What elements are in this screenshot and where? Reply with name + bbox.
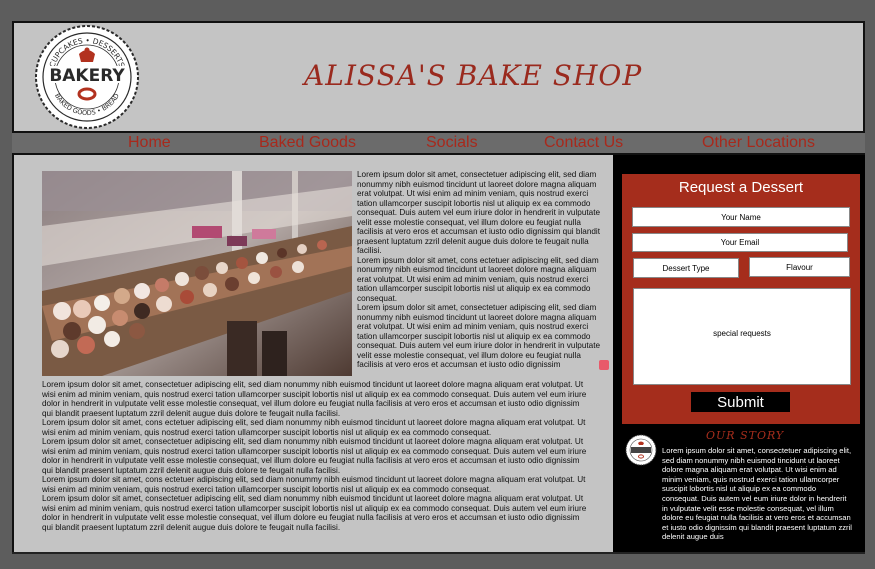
bakery-logo[interactable]: CUPCAKES • DESSERTS BAKED GOODS • BREAD … — [34, 24, 140, 130]
intro-paragraph: Lorem ipsum dolor sit amet, consectetuer… — [357, 303, 601, 369]
intro-text-block: Lorem ipsum dolor sit amet, consectetuer… — [357, 170, 603, 372]
our-story-text: Lorem ipsum dolor sit amet, consectetuer… — [662, 446, 852, 542]
story-bakery-logo — [625, 434, 657, 466]
resize-handle-icon[interactable] — [599, 360, 609, 370]
flavour-field[interactable] — [749, 257, 850, 277]
site-header: CUPCAKES • DESSERTS BAKED GOODS • BREAD … — [14, 23, 863, 131]
intro-paragraph: Lorem ipsum dolor sit amet, cons ectetue… — [357, 255, 599, 303]
nav-other-locations[interactable]: Other Locations — [702, 134, 815, 152]
nav-contact-us[interactable]: Contact Us — [544, 134, 623, 152]
body-paragraph: Lorem ipsum dolor sit amet, consectetuer… — [42, 494, 587, 532]
our-story-title: OUR STORY — [706, 429, 785, 442]
body-paragraph: Lorem ipsum dolor sit amet, consectetuer… — [42, 380, 587, 418]
request-dessert-form: Request a Dessert Submit — [622, 174, 860, 424]
dessert-type-field[interactable] — [633, 258, 739, 278]
pastry-display-photo — [42, 171, 352, 376]
intro-paragraph: Lorem ipsum dolor sit amet, consectetuer… — [357, 170, 601, 255]
form-title: Request a Dessert — [678, 179, 804, 196]
body-text-block: Lorem ipsum dolor sit amet, consectetuer… — [42, 380, 592, 540]
nav-baked-goods[interactable]: Baked Goods — [259, 134, 356, 152]
special-requests-field[interactable] — [633, 288, 851, 385]
site-title: ALISSA'S BAKE SHOP — [304, 59, 643, 92]
body-paragraph: Lorem ipsum dolor sit amet, cons ectetue… — [42, 418, 586, 437]
email-field[interactable] — [632, 233, 848, 252]
nav-home[interactable]: Home — [128, 134, 171, 152]
footer-divider — [12, 552, 865, 554]
logo-main-text: BAKERY — [49, 66, 125, 86]
main-nav: Home Baked Goods Socials Contact Us Othe… — [12, 131, 865, 155]
body-paragraph: Lorem ipsum dolor sit amet, cons ectetue… — [42, 475, 586, 494]
body-paragraph: Lorem ipsum dolor sit amet, consectetuer… — [42, 437, 587, 475]
name-field[interactable] — [632, 207, 850, 227]
submit-button[interactable]: Submit — [691, 392, 790, 412]
nav-socials[interactable]: Socials — [426, 134, 478, 152]
